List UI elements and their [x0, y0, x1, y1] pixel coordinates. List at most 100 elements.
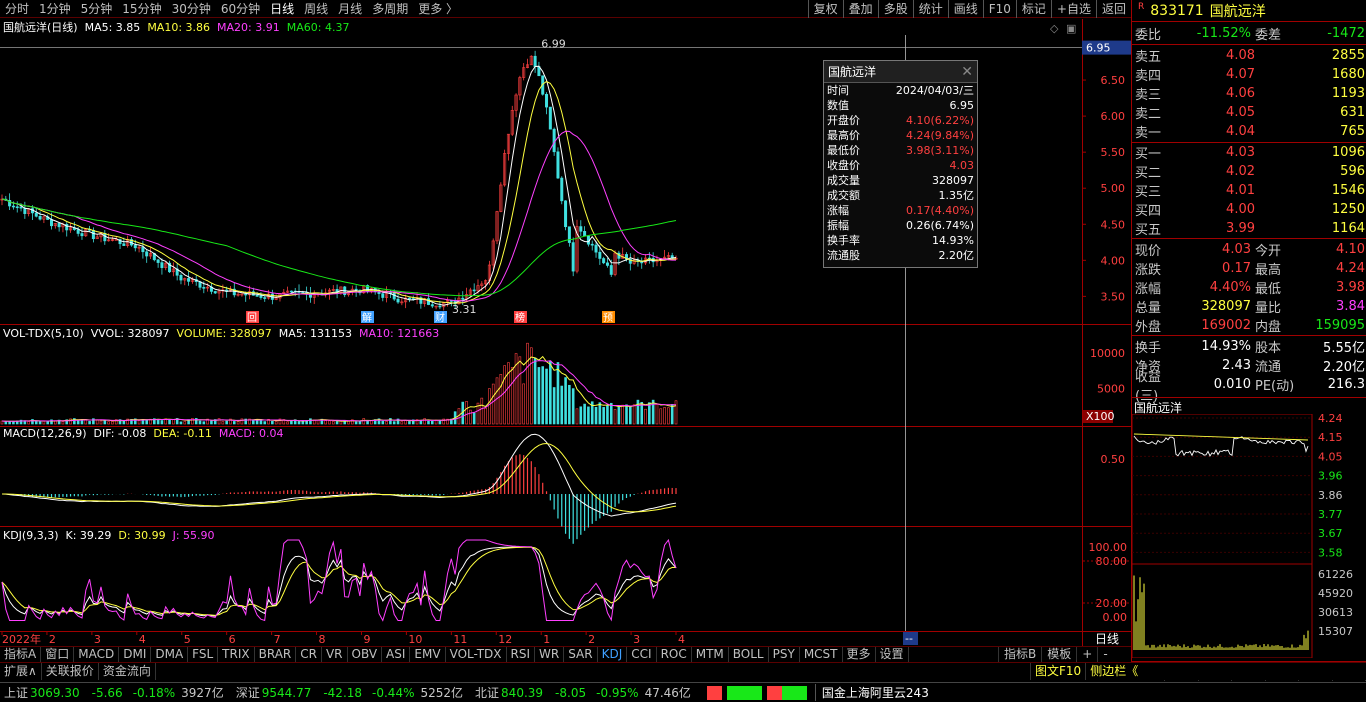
indicator-tab[interactable]: DMI: [119, 647, 152, 662]
extension-right-tab[interactable]: 侧边栏《: [1085, 663, 1142, 680]
period-tab[interactable]: 日线: [265, 0, 299, 18]
buy-level[interactable]: 买四 4.00 1250: [1135, 200, 1365, 219]
indicator-tab[interactable]: 窗口: [41, 647, 75, 662]
period-tab[interactable]: 分时: [0, 0, 34, 18]
volume-bar: [651, 399, 655, 425]
tooltip-key: 成交额: [827, 189, 860, 202]
indicator-tab[interactable]: ROC: [657, 647, 692, 662]
index-sz[interactable]: 深证 9544.77 -42.18 -0.44% 5252亿: [236, 684, 463, 701]
volume-bar: [670, 404, 674, 425]
period-tab[interactable]: 5分钟: [76, 0, 118, 18]
buy-level[interactable]: 买三 4.01 1546: [1135, 181, 1365, 200]
sell-level[interactable]: 卖二 4.05 631: [1135, 103, 1365, 122]
period-tab[interactable]: 1分钟: [34, 0, 76, 18]
indicator-tab[interactable]: BOLL: [729, 647, 769, 662]
indicator-tab[interactable]: EMV: [410, 647, 446, 662]
indicator-tab[interactable]: MCST: [800, 647, 843, 662]
x-tick-label: 12: [498, 633, 512, 646]
candle-body: [187, 278, 191, 282]
panel-toggle-icon[interactable]: ▣: [1066, 22, 1076, 35]
period-tab[interactable]: 15分钟: [117, 0, 166, 18]
period-label[interactable]: 日线: [1095, 632, 1119, 646]
indicator-tab[interactable]: TRIX: [218, 647, 255, 662]
intraday-chart[interactable]: 4.24 4.15 4.05 3.96 3.86 3.77 3.67 3.58 61226 459…: [1132, 414, 1366, 658]
period-tab[interactable]: 更多 〉: [413, 0, 463, 18]
extension-right-tab[interactable]: 图文F10: [1030, 663, 1085, 680]
mini-price-tick: 3.58: [1318, 546, 1343, 559]
indicator-tab[interactable]: MACD: [74, 647, 120, 662]
toolbar-button[interactable]: 多股: [877, 0, 913, 18]
index-sh[interactable]: 上证 3069.30 -5.66 -0.18% 3927亿: [4, 684, 224, 701]
toolbar-button[interactable]: 叠加: [842, 0, 878, 18]
volume-bar: [210, 420, 213, 425]
indicator-tab[interactable]: ASI: [382, 647, 411, 662]
indicator-tab[interactable]: VOL-TDX: [446, 647, 507, 662]
volume-bar: [587, 406, 590, 425]
sell-level[interactable]: 卖三 4.06 1193: [1135, 84, 1365, 103]
extension-tab[interactable]: 资金流向: [99, 663, 156, 680]
buy-level[interactable]: 买一 4.03 1096: [1135, 143, 1365, 162]
stock-name: 国航远洋: [1209, 3, 1266, 20]
indicator-tab[interactable]: OBV: [348, 647, 383, 662]
indicator-tab[interactable]: 设置: [876, 647, 909, 662]
candle-body: [579, 226, 583, 232]
period-tab[interactable]: 30分钟: [167, 0, 216, 18]
toolbar-button[interactable]: 统计: [912, 0, 948, 18]
indicator-tab[interactable]: BRAR: [255, 647, 297, 662]
indicator-right-tab[interactable]: 模板: [1041, 646, 1076, 662]
volume-bar: [579, 406, 583, 425]
indicator-tab[interactable]: DMA: [151, 647, 189, 662]
toolbar-button[interactable]: F10: [982, 0, 1016, 18]
indicator-right-tab[interactable]: +: [1076, 646, 1097, 662]
indicator-tab[interactable]: FSL: [188, 647, 219, 662]
index-amount: 5252亿: [420, 686, 464, 700]
indicator-tab[interactable]: MTM: [692, 647, 729, 662]
tooltip-key: 振幅: [827, 219, 849, 232]
close-icon[interactable]: ✕: [961, 61, 973, 83]
volume-bar: [545, 368, 548, 425]
ma60-value: MA60: 4.37: [286, 21, 350, 34]
mini-price-tick: 4.24: [1318, 414, 1343, 425]
indicator-tab[interactable]: KDJ: [598, 647, 628, 662]
stat-label: PE(动): [1255, 379, 1295, 394]
toolbar-button[interactable]: +自选: [1050, 0, 1096, 18]
period-tab[interactable]: 周线: [299, 0, 333, 18]
toolbar-button[interactable]: 标记: [1015, 0, 1051, 18]
buy-level[interactable]: 买二 4.02 596: [1135, 162, 1365, 181]
toolbar-button[interactable]: 画线: [947, 0, 983, 18]
volume-bar: [594, 406, 598, 425]
chart-toolbar: 复权 叠加 多股 统计 画线 F10 标记 +自选 返回: [807, 0, 1131, 18]
buy-level[interactable]: 买五 3.99 1164: [1135, 219, 1365, 238]
toolbar-button[interactable]: 返回: [1095, 0, 1131, 18]
indicator-tab[interactable]: CR: [296, 647, 322, 662]
indicator-right-tab[interactable]: 指标B: [998, 646, 1041, 662]
indicator-tab[interactable]: CCI: [627, 647, 657, 662]
period-tab[interactable]: 多周期: [367, 0, 413, 18]
period-tab[interactable]: 60分钟: [216, 0, 265, 18]
period-tab[interactable]: 月线: [333, 0, 367, 18]
stat-label: 涨幅: [1135, 282, 1162, 297]
index-bz[interactable]: 北证 840.39 -8.05 -0.95% 47.46亿: [475, 684, 691, 701]
indicator-tab[interactable]: RSI: [507, 647, 536, 662]
stat-row: 涨跌 0.17 最高 4.24: [1135, 259, 1365, 278]
indicator-tab[interactable]: SAR: [564, 647, 598, 662]
indicator-tab[interactable]: PSY: [769, 647, 800, 662]
candle-body: [533, 55, 537, 67]
sell-level[interactable]: 卖五 4.08 2855: [1135, 46, 1365, 65]
indicator-tab[interactable]: 更多: [843, 647, 876, 662]
toolbar-button[interactable]: 复权: [807, 0, 843, 18]
indicator-tab[interactable]: VR: [322, 647, 348, 662]
sell-level[interactable]: 卖一 4.04 765: [1135, 122, 1365, 141]
extension-tab[interactable]: 扩展∧: [0, 663, 42, 680]
data-tooltip-window[interactable]: 国航远洋 ✕ 时间 2024/04/03/三 数值 6.95 开盘价 4.10(6.22%…: [823, 60, 978, 268]
sell-level[interactable]: 卖四 4.07 1680: [1135, 65, 1365, 84]
mini-price-tick: 4.15: [1318, 431, 1343, 444]
diamond-icon[interactable]: ◇: [1050, 22, 1059, 35]
indicator-right-tab[interactable]: -: [1097, 646, 1112, 662]
indicator-tab[interactable]: WR: [535, 647, 565, 662]
level-label: 卖一: [1135, 126, 1162, 141]
indicator-tab[interactable]: 指标A: [0, 647, 42, 662]
period-tabs: 分时 1分钟 5分钟 15分钟 30分钟 60分钟 日线 周线 月线 多周期 更多 〉: [0, 0, 463, 18]
y-tick-label: 5.00: [1101, 182, 1126, 195]
extension-tab[interactable]: 关联报价: [42, 663, 99, 680]
